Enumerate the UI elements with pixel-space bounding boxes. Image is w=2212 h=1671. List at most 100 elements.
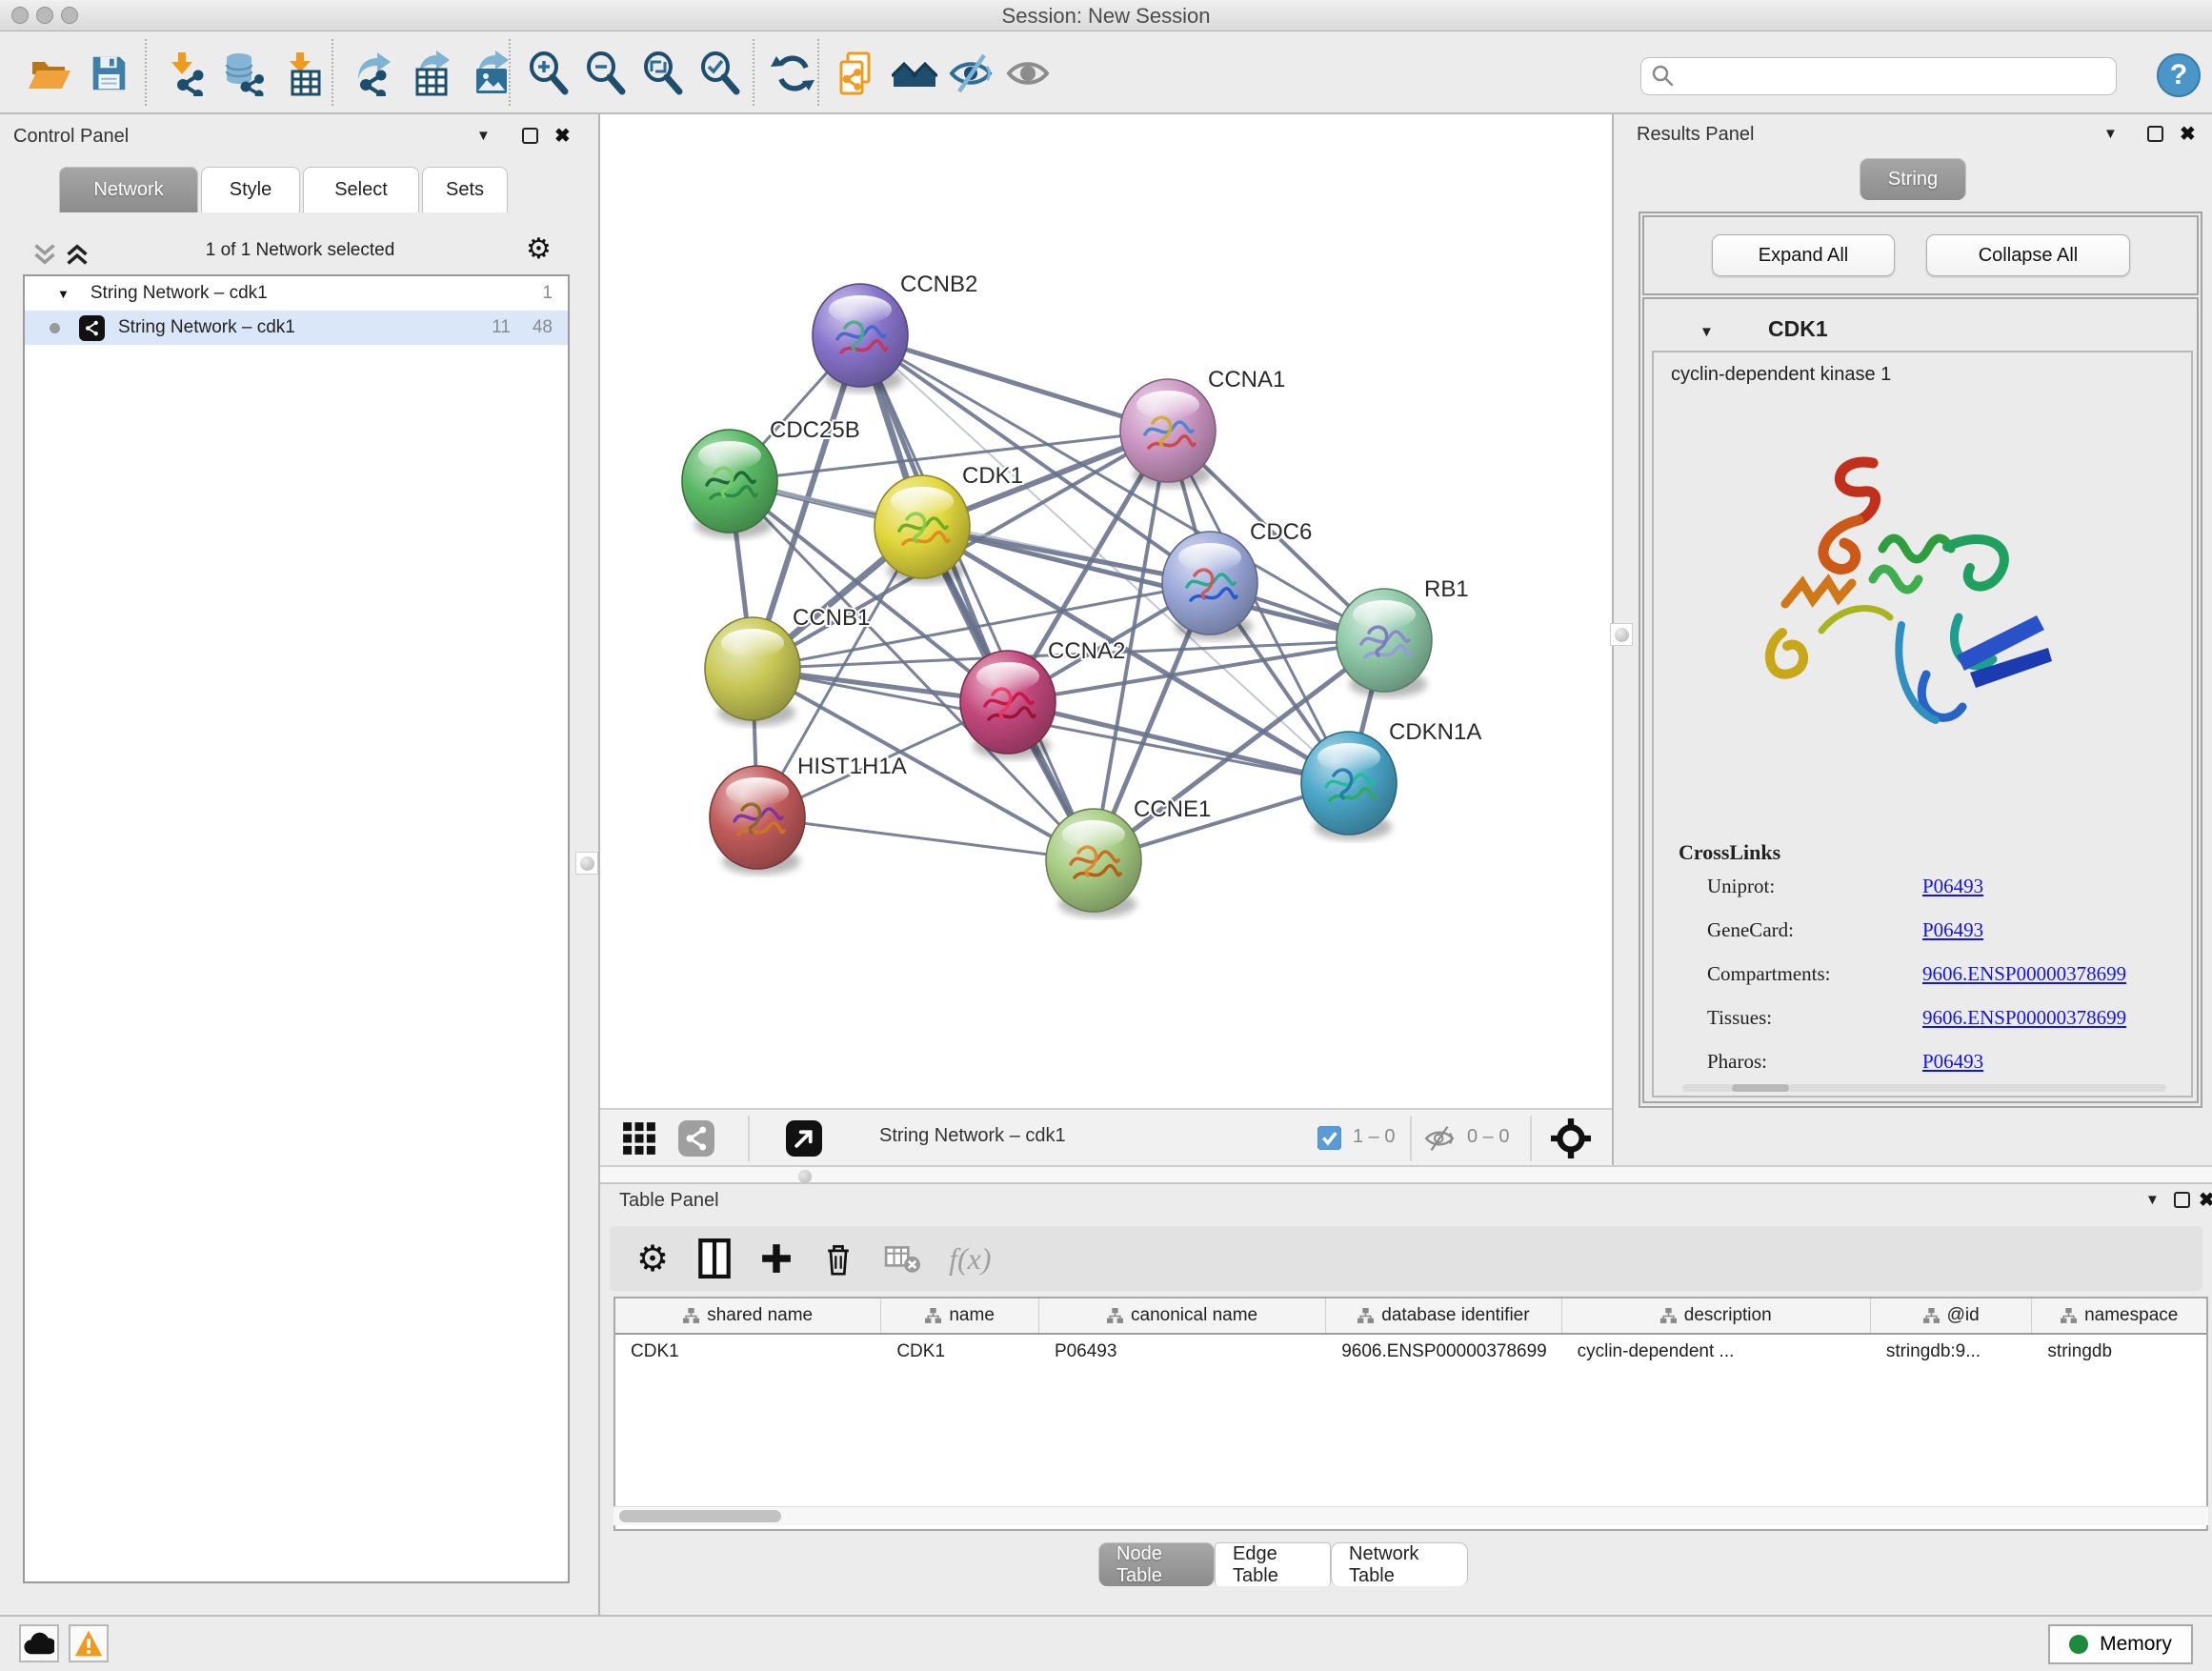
save-session-button[interactable] bbox=[82, 45, 135, 102]
open-in-window-button[interactable] bbox=[786, 1120, 822, 1157]
hidden-eye-button[interactable] bbox=[1423, 1122, 1456, 1159]
collapse-all-button[interactable]: Collapse All bbox=[1926, 234, 2130, 276]
table-header-cell[interactable]: shared name bbox=[615, 1299, 881, 1333]
crosslink-label: Compartments: bbox=[1707, 962, 1831, 985]
table-panel-menu-button[interactable]: ▼ bbox=[2145, 1192, 2160, 1208]
table-hscrollbar-thumb[interactable] bbox=[619, 1510, 781, 1522]
table-header-cell[interactable]: description bbox=[1562, 1299, 1871, 1333]
function-builder-button[interactable]: f(x) bbox=[949, 1241, 991, 1277]
import-table-file-button[interactable] bbox=[276, 45, 330, 102]
cloud-status-button[interactable] bbox=[19, 1624, 59, 1662]
protein-collapse-icon[interactable]: ▼ bbox=[1699, 324, 1714, 340]
network-node-HIST1H1A[interactable]: HIST1H1A bbox=[710, 754, 907, 875]
results-panel-menu-button[interactable]: ▼ bbox=[2103, 126, 2118, 142]
network-node-CDC6[interactable]: CDC6 bbox=[1162, 519, 1312, 640]
gear-icon[interactable]: ⚙ bbox=[526, 232, 552, 266]
network-canvas[interactable]: CCNB2CCNA1CDC25BCDK1CDC6RB1CCNB1CCNA2CDK… bbox=[600, 114, 1612, 1108]
table-panel-close-button[interactable]: ✖ bbox=[2199, 1188, 2212, 1212]
table-gear-button[interactable]: ⚙ bbox=[636, 1238, 669, 1280]
delete-table-button[interactable] bbox=[884, 1242, 920, 1275]
divider-handle-icon[interactable] bbox=[798, 1170, 812, 1183]
results-panel: Results Panel ▼ ✖ String Expand All Coll… bbox=[1612, 114, 2212, 1165]
zoom-selected-button[interactable] bbox=[694, 45, 747, 102]
table-hscrollbar[interactable] bbox=[613, 1506, 2208, 1525]
table-header-cell[interactable]: canonical name bbox=[1039, 1299, 1326, 1333]
tab-network[interactable]: Network bbox=[59, 167, 198, 212]
network-edge-CCNB2-CCNE1[interactable] bbox=[860, 335, 1094, 860]
table-cell: stringdb:9... bbox=[1871, 1335, 2033, 1369]
search-input[interactable] bbox=[1683, 66, 2116, 87]
control-panel-close-button[interactable]: ✖ bbox=[554, 124, 571, 148]
crosslink-link[interactable]: P06493 bbox=[1922, 1050, 1983, 1074]
control-panel-menu-button[interactable]: ▼ bbox=[476, 128, 491, 144]
memory-button[interactable]: Memory bbox=[2048, 1624, 2193, 1664]
network-node-CDC25B[interactable]: CDC25B bbox=[682, 417, 860, 538]
expand-all-button[interactable]: Expand All bbox=[1712, 234, 1895, 276]
first-neighbors-button[interactable] bbox=[888, 45, 941, 102]
tab-edge-table[interactable]: Edge Table bbox=[1215, 1542, 1331, 1586]
network-node-CCNB2[interactable]: CCNB2 bbox=[813, 272, 977, 393]
results-scrollbar-thumb[interactable] bbox=[1732, 1084, 1789, 1092]
network-collection-row[interactable]: ▼ String Network – cdk1 1 bbox=[25, 276, 568, 311]
network-node-label: CCNE1 bbox=[1134, 796, 1211, 822]
crosslink-link[interactable]: P06493 bbox=[1922, 918, 1983, 942]
refresh-view-button[interactable] bbox=[766, 45, 819, 102]
zoom-in-button[interactable] bbox=[522, 45, 575, 102]
delete-column-button[interactable] bbox=[821, 1239, 855, 1278]
left-divider-handle[interactable] bbox=[575, 852, 598, 875]
tab-node-table[interactable]: Node Table bbox=[1098, 1542, 1215, 1586]
network-node-CCNA1[interactable]: CCNA1 bbox=[1120, 367, 1285, 488]
table-header-cell[interactable]: name bbox=[881, 1299, 1039, 1333]
search-field bbox=[1640, 57, 2117, 95]
table-panel-float-button[interactable] bbox=[2174, 1192, 2190, 1208]
expand-collapse-box: Expand All Collapse All bbox=[1642, 215, 2199, 295]
add-column-button[interactable] bbox=[760, 1242, 793, 1275]
tab-string[interactable]: String bbox=[1860, 158, 1966, 200]
panel-divider-horizontal[interactable] bbox=[600, 1165, 2212, 1184]
table-header-cell[interactable]: namespace bbox=[2032, 1299, 2206, 1333]
show-all-button[interactable] bbox=[1002, 45, 1056, 102]
grid-mode-button[interactable] bbox=[622, 1121, 656, 1156]
results-scrollbar-track[interactable] bbox=[1682, 1084, 2166, 1092]
control-panel-float-button[interactable] bbox=[522, 128, 538, 144]
open-session-button[interactable] bbox=[23, 45, 76, 102]
results-panel-close-button[interactable]: ✖ bbox=[2180, 122, 2196, 146]
grid-icon bbox=[622, 1121, 656, 1156]
crosslink-link[interactable]: P06493 bbox=[1922, 875, 1983, 898]
help-button[interactable]: ? bbox=[2157, 53, 2201, 97]
table-header-cell[interactable]: database identifier bbox=[1326, 1299, 1561, 1333]
table-header-cell[interactable]: @id bbox=[1871, 1299, 2033, 1333]
tab-network-table[interactable]: Network Table bbox=[1331, 1542, 1468, 1586]
selected-checkbox[interactable] bbox=[1317, 1126, 1341, 1155]
import-network-file-button[interactable] bbox=[158, 45, 211, 102]
export-table-button[interactable] bbox=[404, 45, 457, 102]
crosslink-link[interactable]: 9606.ENSP00000378699 bbox=[1922, 1006, 2126, 1030]
tab-style[interactable]: Style bbox=[201, 167, 300, 212]
birdseye-view-button[interactable] bbox=[1551, 1118, 1591, 1158]
export-network-button[interactable] bbox=[345, 45, 398, 102]
show-columns-button[interactable] bbox=[697, 1238, 732, 1278]
crosslink-link[interactable]: 9606.ENSP00000378699 bbox=[1922, 962, 2126, 986]
collection-expand-icon[interactable]: ▼ bbox=[57, 287, 70, 301]
tab-sets[interactable]: Sets bbox=[422, 167, 508, 212]
network-node-label: CDK1 bbox=[962, 463, 1023, 489]
results-panel-float-button[interactable] bbox=[2147, 126, 2163, 142]
network-node-CDKN1A[interactable]: CDKN1A bbox=[1301, 719, 1481, 840]
network-node-RB1[interactable]: RB1 bbox=[1337, 576, 1469, 697]
hide-selected-button[interactable] bbox=[945, 45, 998, 102]
tab-select[interactable]: Select bbox=[303, 167, 419, 212]
zoom-out-button[interactable] bbox=[579, 45, 633, 102]
network-node-CCNE1[interactable]: CCNE1 bbox=[1046, 796, 1211, 917]
network-row[interactable]: String Network – cdk1 11 48 bbox=[25, 311, 568, 345]
right-divider-handle[interactable] bbox=[1610, 623, 1633, 646]
warning-status-button[interactable] bbox=[69, 1624, 109, 1662]
table-row[interactable]: CDK1 CDK1 P06493 9606.ENSP00000378699 cy… bbox=[615, 1335, 2206, 1369]
network-snapshot-button[interactable] bbox=[831, 45, 884, 102]
network-view: CCNB2CCNA1CDC25BCDK1CDC6RB1CCNB1CCNA2CDK… bbox=[600, 114, 1612, 1165]
import-network-database-button[interactable] bbox=[217, 45, 271, 102]
view-share-button[interactable] bbox=[678, 1120, 714, 1157]
network-edge-CCNA2-CDKN1A[interactable] bbox=[1008, 702, 1349, 783]
network-node-CDK1[interactable]: CDK1 bbox=[875, 463, 1023, 584]
network-edge-HIST1H1A-CCNE1[interactable] bbox=[757, 817, 1094, 860]
zoom-fit-button[interactable] bbox=[636, 45, 690, 102]
